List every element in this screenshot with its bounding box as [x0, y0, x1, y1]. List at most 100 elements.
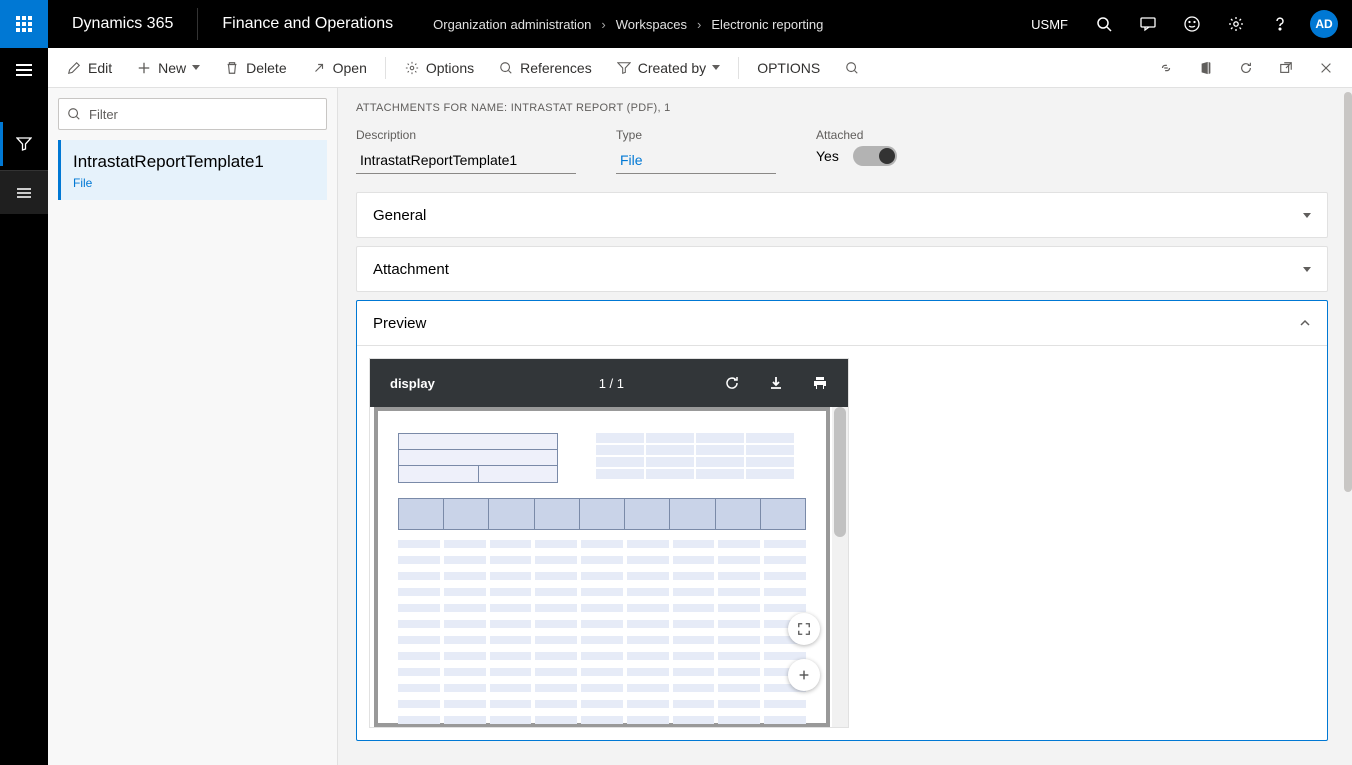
- refresh-button[interactable]: [1228, 52, 1264, 84]
- nav-filter-button[interactable]: [0, 122, 48, 166]
- brand-label: Dynamics 365: [48, 0, 197, 48]
- pdf-scrollbar[interactable]: [832, 407, 848, 727]
- avatar-initials: AD: [1310, 10, 1338, 38]
- breadcrumb-item[interactable]: Workspaces: [616, 17, 687, 32]
- attached-field: Attached Yes: [816, 128, 897, 174]
- accordion-attachment: Attachment: [356, 246, 1328, 292]
- fit-to-page-button[interactable]: [788, 613, 820, 645]
- attached-label: Attached: [816, 128, 897, 142]
- pdf-data-rows: [398, 540, 806, 728]
- close-icon: [1318, 60, 1334, 76]
- references-label: References: [520, 60, 592, 76]
- funnel-icon: [16, 136, 32, 152]
- gear-icon: [404, 60, 420, 76]
- print-icon[interactable]: [812, 375, 828, 391]
- close-button[interactable]: [1308, 52, 1344, 84]
- pdf-table: [596, 433, 796, 481]
- feedback-button[interactable]: [1172, 0, 1212, 48]
- gear-icon: [1228, 16, 1244, 32]
- options-label: Options: [426, 60, 474, 76]
- help-button[interactable]: [1260, 0, 1300, 48]
- popout-button[interactable]: [1268, 52, 1304, 84]
- command-separator: [385, 57, 386, 79]
- refresh-icon: [1238, 60, 1254, 76]
- created-by-label: Created by: [638, 60, 706, 76]
- accordion-general: General: [356, 192, 1328, 238]
- attached-toggle[interactable]: [853, 146, 897, 166]
- open-label: Open: [333, 60, 367, 76]
- zoom-in-button[interactable]: [788, 659, 820, 691]
- chat-icon: [1140, 16, 1156, 32]
- search-button[interactable]: [1084, 0, 1124, 48]
- search-icon: [844, 60, 860, 76]
- pdf-table: [398, 433, 558, 483]
- smiley-icon: [1184, 16, 1200, 32]
- search-icon: [1096, 16, 1112, 32]
- find-button[interactable]: [834, 52, 870, 84]
- filter-input[interactable]: Filter: [58, 98, 327, 130]
- edit-label: Edit: [88, 60, 112, 76]
- type-field: Type File: [616, 128, 776, 174]
- pencil-icon: [66, 60, 82, 76]
- delete-label: Delete: [246, 60, 286, 76]
- references-button[interactable]: References: [488, 52, 602, 84]
- edit-button[interactable]: Edit: [56, 52, 122, 84]
- rotate-icon[interactable]: [724, 375, 740, 391]
- user-avatar[interactable]: AD: [1304, 0, 1344, 48]
- breadcrumb: Organization administration › Workspaces…: [417, 0, 1019, 48]
- fit-icon: [797, 622, 811, 636]
- popout-icon: [1278, 60, 1294, 76]
- type-link[interactable]: File: [616, 146, 776, 174]
- new-label: New: [158, 60, 186, 76]
- attached-value: Yes: [816, 148, 839, 164]
- breadcrumb-item[interactable]: Electronic reporting: [711, 17, 823, 32]
- topbar-right-group: USMF AD: [1019, 0, 1352, 48]
- office-button[interactable]: [1188, 52, 1224, 84]
- module-label: Finance and Operations: [198, 0, 417, 48]
- accordion-title: Attachment: [373, 261, 449, 278]
- accordion-preview: Preview display 1 / 1: [356, 300, 1328, 741]
- options-button[interactable]: Options: [394, 52, 484, 84]
- chevron-down-icon: [192, 65, 200, 70]
- question-icon: [1272, 16, 1288, 32]
- accordion-preview-header[interactable]: Preview: [357, 301, 1327, 345]
- created-by-button[interactable]: Created by: [606, 52, 730, 84]
- open-arrow-icon: [311, 60, 327, 76]
- chevron-down-icon: [1303, 267, 1311, 272]
- open-button[interactable]: Open: [301, 52, 377, 84]
- options-caps-label: OPTIONS: [757, 60, 820, 76]
- chevron-up-icon: [1299, 317, 1311, 329]
- plus-icon: [797, 668, 811, 682]
- accordion-general-header[interactable]: General: [357, 193, 1327, 237]
- accordion-preview-body: display 1 / 1: [357, 345, 1327, 740]
- delete-button[interactable]: Delete: [214, 52, 296, 84]
- legal-entity-label[interactable]: USMF: [1019, 17, 1080, 32]
- pdf-page-area[interactable]: [374, 407, 830, 727]
- breadcrumb-item[interactable]: Organization administration: [433, 17, 591, 32]
- type-label: Type: [616, 128, 776, 142]
- nav-expand-button[interactable]: [0, 170, 48, 214]
- accordion-attachment-header[interactable]: Attachment: [357, 247, 1327, 291]
- list-item[interactable]: IntrastatReportTemplate1 File: [58, 140, 327, 200]
- download-icon[interactable]: [768, 375, 784, 391]
- pdf-page-indicator: 1 / 1: [599, 376, 624, 391]
- chevron-down-icon: [1303, 213, 1311, 218]
- left-list-panel: Filter IntrastatReportTemplate1 File: [48, 88, 338, 765]
- description-input[interactable]: [356, 146, 576, 174]
- attach-button[interactable]: [1148, 52, 1184, 84]
- main-scrollbar[interactable]: [1344, 92, 1352, 492]
- chevron-right-icon: ›: [697, 17, 701, 32]
- nav-hamburger-button[interactable]: [0, 48, 48, 92]
- waffle-icon: [16, 16, 32, 32]
- pdf-toolbar: display 1 / 1: [370, 359, 848, 407]
- new-button[interactable]: New: [126, 52, 210, 84]
- app-launcher-button[interactable]: [0, 0, 48, 48]
- filter-placeholder: Filter: [89, 107, 118, 122]
- pdf-header-row: [398, 498, 806, 530]
- options-caps-button[interactable]: OPTIONS: [747, 52, 830, 84]
- accordion-title: General: [373, 207, 426, 224]
- hamburger-icon: [16, 64, 32, 76]
- settings-button[interactable]: [1216, 0, 1256, 48]
- list-item-subtitle: File: [73, 176, 317, 190]
- messages-button[interactable]: [1128, 0, 1168, 48]
